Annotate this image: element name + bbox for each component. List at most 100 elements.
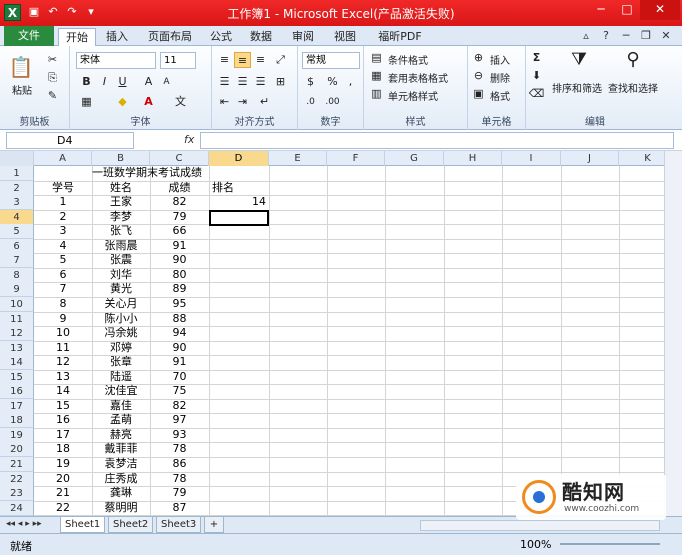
name-cell[interactable]: 张飞 [92, 224, 150, 238]
column-header-d[interactable]: D [209, 151, 269, 166]
name-cell[interactable]: 孟萌 [92, 413, 150, 427]
close-button[interactable]: ✕ [640, 0, 680, 20]
paste-icon[interactable]: 📋 [8, 54, 34, 80]
zoom-slider[interactable] [560, 543, 660, 545]
bold-icon[interactable]: B [78, 74, 95, 90]
grow-font-icon[interactable]: A [140, 74, 157, 90]
id-cell[interactable]: 18 [34, 442, 92, 456]
score-cell[interactable]: 90 [150, 341, 209, 355]
sheet-nav-arrows[interactable]: ◂◂ ◂ ▸ ▸▸ [6, 519, 42, 529]
doc-restore-icon[interactable]: ❐ [638, 28, 654, 44]
tab-data[interactable]: 数据 [244, 28, 278, 46]
name-cell[interactable]: 蔡明明 [92, 501, 150, 515]
spreadsheet-grid[interactable]: ABCDEFGHIJK 1 2 3 4 5 6 7 8 9 10 11 12 13 14 15 16 17 18 1… [0, 151, 664, 516]
column-header-b[interactable]: B [92, 151, 150, 166]
sheet-tab-2[interactable]: Sheet2 [108, 517, 154, 533]
conditional-format-button[interactable]: 条件格式 [388, 52, 428, 67]
row-header-3[interactable]: 3 [0, 195, 34, 211]
row-header-5[interactable]: 5 [0, 224, 34, 240]
id-cell[interactable]: 5 [34, 253, 92, 267]
align-left-icon[interactable]: ☰ [216, 74, 233, 90]
decrease-decimal-icon[interactable]: .00 [324, 94, 341, 110]
font-color-icon[interactable]: A [140, 94, 157, 110]
insert-cells-icon[interactable]: ⊕ [470, 50, 487, 66]
name-cell[interactable]: 陆遥 [92, 370, 150, 384]
column-header-j[interactable]: J [561, 151, 619, 166]
column-header-g[interactable]: G [385, 151, 444, 166]
cell-styles-button[interactable]: 单元格样式 [388, 88, 438, 103]
merge-center-icon[interactable]: ⊞ [272, 74, 289, 90]
row-header-11[interactable]: 11 [0, 311, 34, 327]
ribbon-collapse-icon[interactable]: ▵ [578, 28, 594, 44]
name-cell[interactable]: 关心月 [92, 297, 150, 311]
insert-sheet-icon[interactable]: + [204, 517, 224, 533]
rank-cell-d3[interactable]: 14 [209, 195, 266, 209]
name-cell[interactable]: 黄光 [92, 282, 150, 296]
number-format-select[interactable]: 常规 [302, 52, 360, 69]
row-header-13[interactable]: 13 [0, 340, 34, 356]
score-cell[interactable]: 78 [150, 472, 209, 486]
copy-icon[interactable]: ⎘ [44, 70, 61, 86]
vertical-scrollbar[interactable] [664, 151, 682, 516]
column-header-e[interactable]: E [269, 151, 327, 166]
row-header-18[interactable]: 18 [0, 413, 34, 429]
score-cell[interactable]: 90 [150, 253, 209, 267]
id-cell[interactable]: 19 [34, 457, 92, 471]
tab-file[interactable]: 文件 [4, 26, 54, 46]
score-cell[interactable]: 78 [150, 442, 209, 456]
id-cell[interactable]: 7 [34, 282, 92, 296]
id-cell[interactable]: 22 [34, 501, 92, 515]
name-cell[interactable]: 袁梦洁 [92, 457, 150, 471]
header-cell-d[interactable]: 排名 [212, 181, 269, 195]
score-cell[interactable]: 88 [150, 312, 209, 326]
increase-indent-icon[interactable]: ⇥ [234, 94, 251, 110]
fill-color-icon[interactable]: ◆ [114, 94, 131, 110]
row-header-7[interactable]: 7 [0, 253, 34, 269]
id-cell[interactable]: 21 [34, 486, 92, 500]
tab-formulas[interactable]: 公式 [204, 28, 238, 46]
phonetic-icon[interactable]: 文 [172, 94, 189, 110]
select-all-corner[interactable] [0, 151, 34, 166]
column-header-h[interactable]: H [444, 151, 502, 166]
cut-icon[interactable]: ✂ [44, 52, 61, 68]
name-cell[interactable]: 邓婷 [92, 341, 150, 355]
name-cell[interactable]: 李梦 [92, 210, 150, 224]
format-cells-icon[interactable]: ▣ [470, 86, 487, 102]
name-cell[interactable]: 赫亮 [92, 428, 150, 442]
row-header-6[interactable]: 6 [0, 238, 34, 254]
name-cell[interactable]: 龚琳 [92, 486, 150, 500]
id-cell[interactable]: 13 [34, 370, 92, 384]
find-select-icon[interactable]: ⚲ [620, 51, 646, 76]
format-as-table-button[interactable]: 套用表格格式 [388, 70, 448, 85]
find-select-button[interactable]: 查找和选择 [608, 80, 658, 95]
zoom-level[interactable]: 100% [520, 538, 551, 551]
tab-view[interactable]: 视图 [328, 28, 362, 46]
delete-cells-icon[interactable]: ⊖ [470, 68, 487, 84]
align-center-icon[interactable]: ☰ [234, 74, 251, 90]
row-header-23[interactable]: 23 [0, 486, 34, 502]
increase-decimal-icon[interactable]: .0 [302, 94, 319, 110]
align-bottom-icon[interactable]: ≡ [252, 52, 269, 68]
doc-close-icon[interactable]: ✕ [658, 28, 674, 44]
format-as-table-icon[interactable]: ▦ [368, 68, 385, 84]
border-icon[interactable]: ▦ [78, 94, 95, 110]
score-cell[interactable]: 82 [150, 195, 209, 209]
sheet-title-cell[interactable]: 一班数学期末考试成绩 [92, 166, 242, 180]
row-header-2[interactable]: 2 [0, 180, 34, 196]
column-header-k[interactable]: K [619, 151, 664, 166]
id-cell[interactable]: 6 [34, 268, 92, 282]
paste-button[interactable]: 粘贴 [12, 82, 32, 97]
fill-icon[interactable]: ⬇ [528, 68, 545, 84]
wrap-text-icon[interactable]: ↵ [256, 94, 273, 110]
minimize-button[interactable]: ─ [588, 0, 614, 20]
score-cell[interactable]: 93 [150, 428, 209, 442]
insert-cells-button[interactable]: 插入 [490, 52, 510, 67]
tab-page-layout[interactable]: 页面布局 [140, 28, 200, 46]
text-orientation-icon[interactable]: ⤢ [272, 52, 289, 68]
percent-icon[interactable]: % [324, 74, 341, 90]
name-cell[interactable]: 冯余姚 [92, 326, 150, 340]
score-cell[interactable]: 79 [150, 486, 209, 500]
sheet-tab-3[interactable]: Sheet3 [156, 517, 202, 533]
score-cell[interactable]: 66 [150, 224, 209, 238]
score-cell[interactable]: 86 [150, 457, 209, 471]
